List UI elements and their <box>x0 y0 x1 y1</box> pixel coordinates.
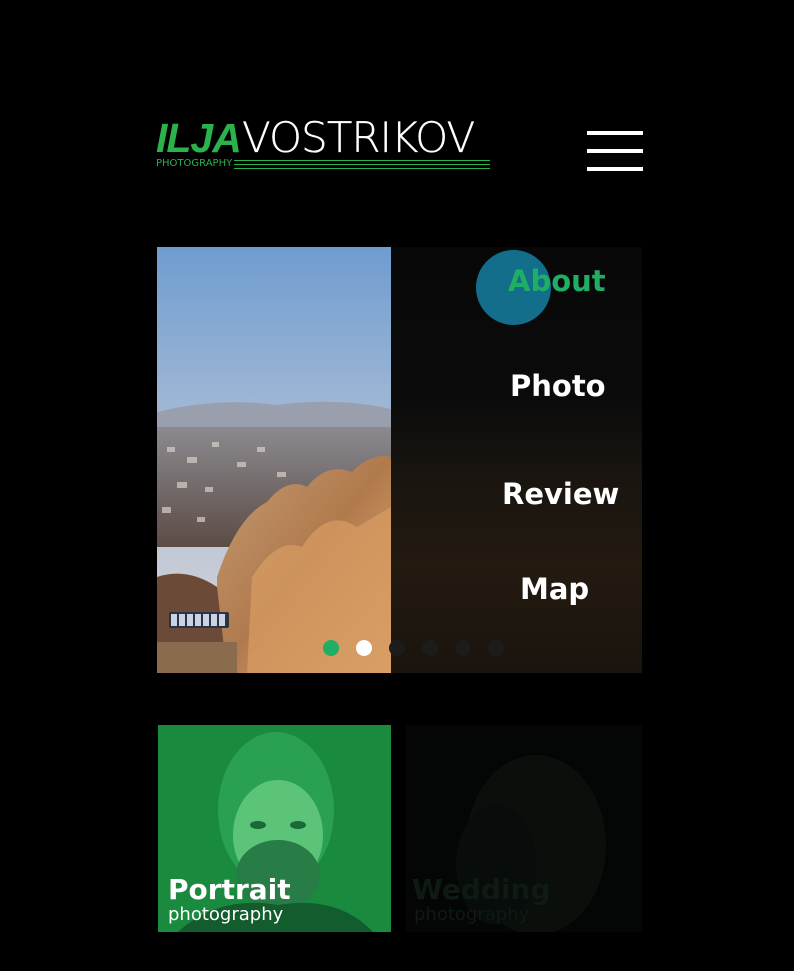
portrait-photography-tile[interactable]: Portrait photography <box>158 725 391 932</box>
menu-item-photo[interactable]: Photo <box>510 369 606 403</box>
tile-subtitle: photography <box>168 904 284 925</box>
menu-item-about[interactable]: About <box>508 264 606 298</box>
hamburger-menu-icon[interactable] <box>587 131 643 173</box>
tile-subtitle: photography <box>414 904 530 925</box>
menu-item-review[interactable]: Review <box>502 477 619 511</box>
slide-dot-5[interactable] <box>455 640 471 656</box>
logo-last-name: VOSTRIKOV <box>242 113 476 162</box>
slide-dot-2[interactable] <box>356 640 372 656</box>
site-logo[interactable]: ILJA VOSTRIKOV PHOTOGRAPHY <box>156 113 490 174</box>
tile-title: Wedding <box>412 873 551 906</box>
logo-underline <box>234 160 490 172</box>
hero-photo-landscape <box>157 247 391 673</box>
hero-slider <box>157 247 642 673</box>
slide-dot-3[interactable] <box>389 640 405 656</box>
tile-title: Portrait <box>168 873 291 906</box>
slide-dot-1[interactable] <box>323 640 339 656</box>
logo-first-name: ILJA <box>156 115 242 161</box>
slide-dot-4[interactable] <box>422 640 438 656</box>
slide-dot-6[interactable] <box>488 640 504 656</box>
logo-tagline: PHOTOGRAPHY <box>156 158 233 169</box>
wedding-photography-tile[interactable]: Wedding photography <box>406 725 642 932</box>
menu-item-map[interactable]: Map <box>520 572 589 606</box>
